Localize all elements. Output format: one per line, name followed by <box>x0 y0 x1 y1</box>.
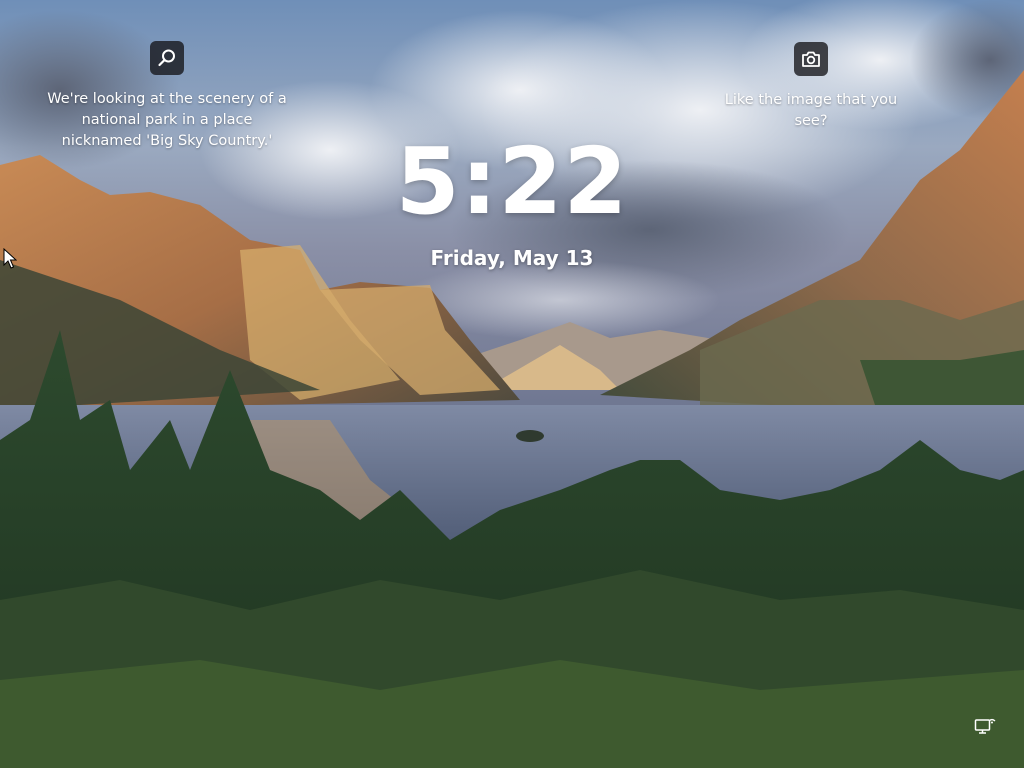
search-icon <box>158 49 175 67</box>
lockscreen-clock: 5:22 Friday, May 13 <box>0 128 1024 271</box>
spotlight-camera-button[interactable] <box>794 42 828 76</box>
lock-screen: We're looking at the scenery of a nation… <box>0 0 1024 768</box>
spotlight-like-panel: Like the image that you see? <box>711 42 911 132</box>
pointer-cursor-icon <box>3 248 17 269</box>
clock-date: Friday, May 13 <box>430 246 594 270</box>
spotlight-search-button[interactable] <box>150 41 184 75</box>
clock-time: 5:22 <box>395 128 629 235</box>
network-icon[interactable] <box>974 716 996 736</box>
spotlight-like-text: Like the image that you see? <box>724 92 898 129</box>
camera-icon <box>802 51 820 67</box>
